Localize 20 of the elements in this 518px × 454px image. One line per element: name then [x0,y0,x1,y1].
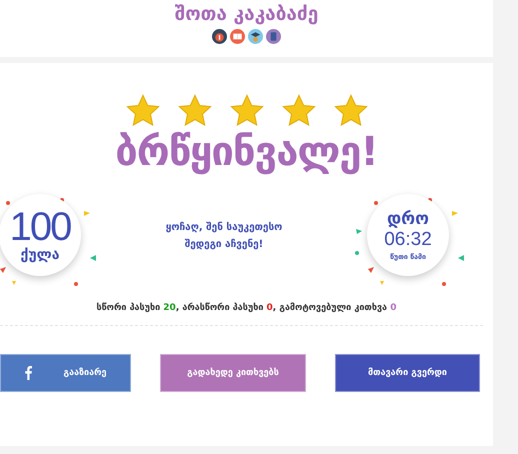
congrats-message: ყოჩაღ, შენ საუკეთესო შედეგი აჩვენე! [164,220,284,252]
star-icon [228,93,264,129]
star-icon [280,93,316,129]
review-button[interactable]: გადახედე კითხვებს [160,354,306,392]
score-value: 100 [10,207,70,247]
time-value: 06:32 [384,229,432,251]
star-icon [332,93,368,129]
phone-icon[interactable] [266,29,281,44]
time-label: დრო [386,209,430,229]
star-icon [176,93,212,129]
facebook-icon [24,366,32,380]
home-button[interactable]: მთავარი გვერდი [335,354,480,392]
score-unit: ქულა [20,247,60,263]
badge-icon[interactable] [212,29,227,44]
share-button[interactable]: გააზიარე [0,354,131,392]
result-headline: ბრწყინვალე! [115,129,378,175]
answer-stats: სწორი პასუხი 20, არასწორი პასუხი 0, გამოტოვებული კითხვა 0 [96,303,396,313]
page-title: შოთა კაკაბაძე [174,3,318,25]
star-icon [124,93,160,129]
graduate-icon[interactable] [248,29,263,44]
